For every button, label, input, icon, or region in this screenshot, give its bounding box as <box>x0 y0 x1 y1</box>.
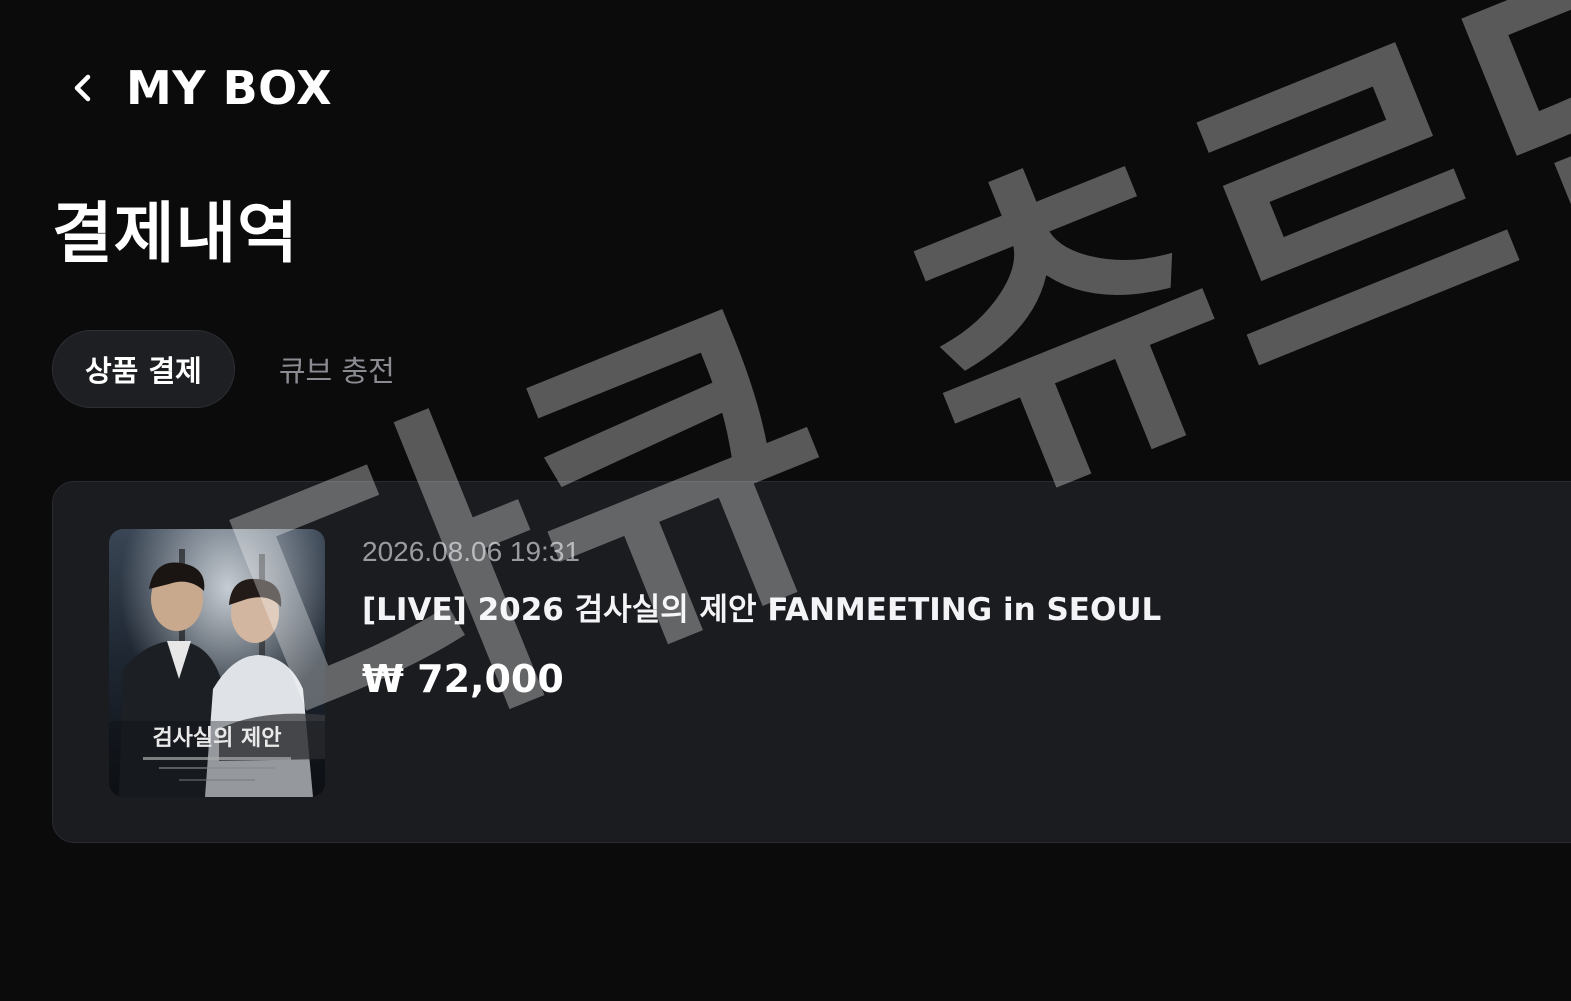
product-thumbnail: 검사실의 제안 <box>109 529 325 797</box>
payment-date: 2026.08.06 19:31 <box>362 536 580 567</box>
product-name: [LIVE] 2026 검사실의 제안 FANMEETING in SEOUL <box>362 592 1162 628</box>
tab-product-payment[interactable]: 상품 결제 <box>52 330 235 408</box>
payment-price: ₩ 72,000 <box>362 657 564 701</box>
payment-history-page: MY BOX 결제내역 상품 결제 큐브 충전 검사실의 제안 2026.08.… <box>0 0 1571 1001</box>
payment-card[interactable]: 검사실의 제안 2026.08.06 19:31 [LIVE] 2026 검사실… <box>52 481 1571 843</box>
poster-title: 검사실의 제안 <box>152 725 281 751</box>
back-navigation[interactable]: MY BOX <box>66 58 332 118</box>
header-title: MY BOX <box>126 61 333 115</box>
page-title: 결제내역 <box>52 195 299 272</box>
tab-bar: 상품 결제 큐브 충전 <box>52 330 399 408</box>
chevron-left-icon[interactable] <box>66 71 100 105</box>
tab-cube-charge[interactable]: 큐브 충전 <box>275 330 399 408</box>
payment-info: 2026.08.06 19:31 [LIVE] 2026 검사실의 제안 FAN… <box>362 534 1161 702</box>
